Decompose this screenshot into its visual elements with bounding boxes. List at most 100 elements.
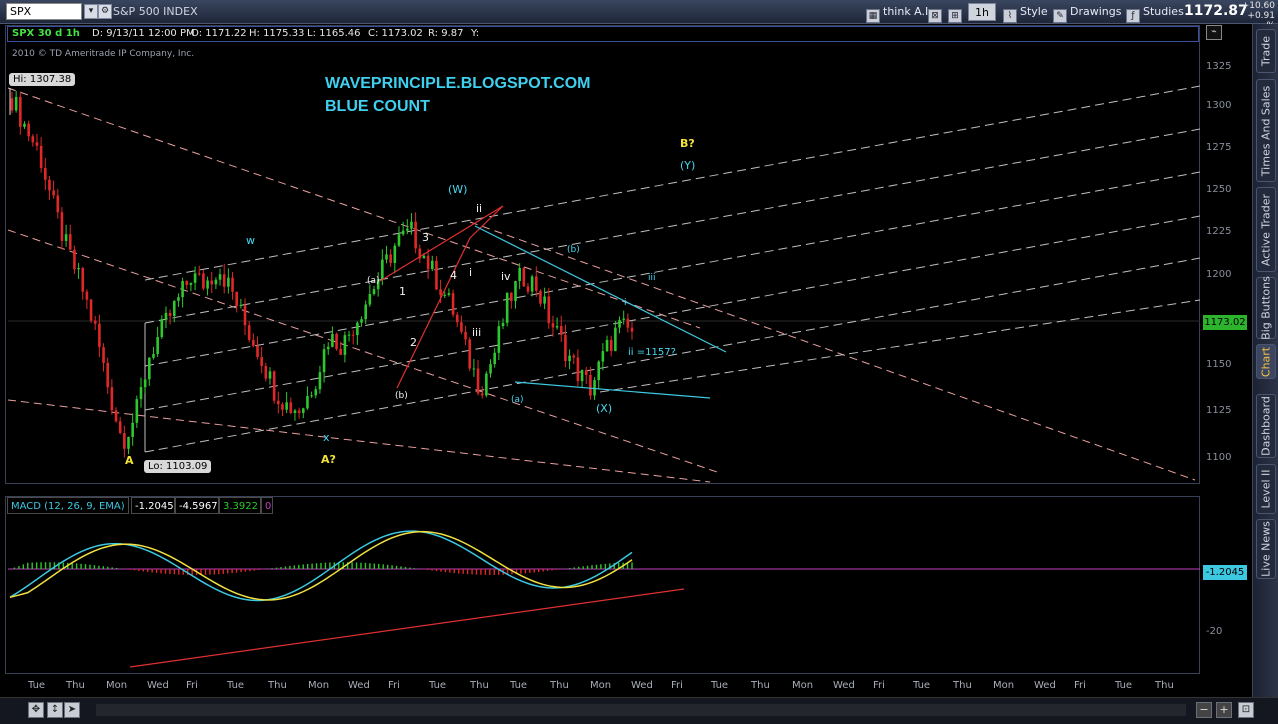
candle-body-up bbox=[368, 293, 372, 305]
candle-body-down bbox=[56, 195, 60, 213]
y-tick: 1225 bbox=[1206, 226, 1232, 237]
candle-body-up bbox=[385, 254, 388, 260]
y-tick: 1150 bbox=[1206, 359, 1232, 370]
candle-body-down bbox=[435, 260, 438, 290]
x-tick: Thu bbox=[268, 680, 287, 691]
wave-3: 3 bbox=[422, 231, 429, 244]
channel-line-pink bbox=[7, 87, 701, 329]
blog-title: WAVEPRINCIPLE.BLOGSPOT.COM bbox=[325, 75, 591, 92]
tab-active-trader[interactable]: Active Trader bbox=[1256, 187, 1276, 272]
tab-level-ii-label: Level II bbox=[1259, 469, 1273, 509]
candle-body-up bbox=[501, 322, 505, 327]
x-tick: Mon bbox=[590, 680, 612, 691]
candle-body-up bbox=[139, 387, 143, 400]
zoom-in-button[interactable]: + bbox=[1216, 702, 1232, 718]
tab-live-news[interactable]: Live News bbox=[1256, 519, 1276, 579]
candle-body-up bbox=[505, 292, 509, 323]
candle-body-up bbox=[430, 260, 434, 270]
fit-icon[interactable]: ⊡ bbox=[1238, 702, 1254, 718]
wave-a-small: (a) bbox=[367, 276, 380, 286]
candle-body-up bbox=[622, 318, 625, 320]
candle-body-up bbox=[518, 268, 521, 282]
candle-body-up bbox=[614, 327, 617, 352]
candle-body-down bbox=[551, 323, 555, 328]
candle-body-up bbox=[493, 352, 496, 365]
x-tick: Tue bbox=[429, 680, 447, 691]
pan-icon[interactable]: ✥ bbox=[28, 702, 44, 718]
zoom-out-button[interactable]: − bbox=[1196, 702, 1212, 718]
chart-title: SPX 30 d 1h bbox=[12, 28, 80, 39]
tab-trade-label: Trade bbox=[1259, 35, 1273, 67]
candle-body-up bbox=[326, 346, 330, 350]
x-tick: Wed bbox=[1034, 680, 1056, 691]
candle-body-down bbox=[289, 402, 293, 413]
x-tick: Mon bbox=[106, 680, 128, 691]
candle-body-down bbox=[222, 274, 226, 287]
candle-body-up bbox=[381, 259, 384, 280]
tab-times-and-sales[interactable]: Times And Sales bbox=[1256, 79, 1276, 182]
drag-icon[interactable]: ↕ bbox=[47, 702, 63, 718]
wave-ii-top: ii bbox=[476, 202, 483, 215]
x-tick: Thu bbox=[550, 680, 569, 691]
candle-body-down bbox=[247, 325, 251, 340]
x-tick: Fri bbox=[873, 680, 885, 691]
chart-settings-icon[interactable]: ⌁ bbox=[1206, 25, 1222, 40]
candle-body-down bbox=[168, 312, 172, 316]
candle-body-down bbox=[439, 289, 442, 296]
ohlc-high: H: 1175.33 bbox=[249, 28, 305, 39]
count-title: BLUE COUNT bbox=[325, 98, 430, 115]
candle-body-down bbox=[539, 290, 542, 304]
x-tick: Thu bbox=[470, 680, 489, 691]
candle-body-up bbox=[406, 228, 409, 231]
x-tick: Fri bbox=[671, 680, 683, 691]
candle-body-up bbox=[164, 312, 168, 320]
candle-body-up bbox=[401, 230, 405, 235]
candle-body-up bbox=[472, 368, 476, 370]
tab-big-buttons[interactable]: Big Buttons bbox=[1256, 276, 1276, 340]
candle-body-down bbox=[52, 190, 55, 196]
chart-header: SPX 30 d 1h D: 9/13/11 12:00 PM O: 1171.… bbox=[7, 26, 1199, 42]
copyright: 2010 © TD Ameritrade IP Company, Inc. bbox=[12, 49, 195, 59]
candle-body-up bbox=[601, 351, 605, 362]
x-tick: Thu bbox=[953, 680, 972, 691]
candle-body-down bbox=[468, 339, 472, 369]
candle-body-up bbox=[301, 408, 305, 413]
wave-iii: iii bbox=[472, 326, 482, 339]
tab-dashboard[interactable]: Dashboard bbox=[1256, 394, 1276, 458]
x-tick: Wed bbox=[631, 680, 653, 691]
candle-body-down bbox=[297, 410, 301, 413]
candle-body-up bbox=[322, 349, 326, 373]
candle-body-down bbox=[35, 142, 39, 146]
time-scrollbar[interactable] bbox=[96, 704, 1186, 716]
tab-chart[interactable]: Chart bbox=[1256, 344, 1276, 379]
ohlc-low: L: 1165.46 bbox=[307, 28, 361, 39]
cursor-icon[interactable]: ➤ bbox=[64, 702, 80, 718]
y-tick: 1200 bbox=[1206, 269, 1232, 280]
candle-body-down bbox=[114, 410, 118, 422]
candle-body-up bbox=[127, 436, 130, 449]
x-tick: Tue bbox=[227, 680, 245, 691]
x-tick: Tue bbox=[913, 680, 931, 691]
candle-body-down bbox=[335, 333, 338, 349]
x-tick: Wed bbox=[833, 680, 855, 691]
candle-body-up bbox=[410, 221, 413, 229]
tab-trade[interactable]: Trade bbox=[1256, 29, 1276, 73]
y-tick: 1125 bbox=[1206, 405, 1232, 416]
x-tick: Thu bbox=[1155, 680, 1174, 691]
tab-dashboard-label: Dashboard bbox=[1259, 396, 1273, 456]
candle-body-down bbox=[202, 273, 205, 289]
candle-body-up bbox=[293, 410, 297, 413]
candle-body-down bbox=[534, 276, 538, 291]
trendline-cyan-top bbox=[474, 225, 727, 353]
candle-body-up bbox=[181, 281, 184, 298]
hi-label: Hi: 1307.38 bbox=[9, 73, 76, 86]
candle-body-up bbox=[605, 339, 609, 352]
candle-body-up bbox=[618, 319, 621, 328]
bottom-bar: ✥ ↕ ➤ − + ⊡ bbox=[0, 697, 1278, 724]
macd-label[interactable]: MACD (12, 26, 9, EMA) bbox=[7, 497, 129, 514]
tab-level-ii[interactable]: Level II bbox=[1256, 464, 1276, 514]
candle-body-down bbox=[480, 393, 484, 396]
candle-body-down bbox=[630, 327, 634, 332]
candle-body-up bbox=[77, 268, 80, 270]
candle-body-up bbox=[23, 123, 26, 127]
